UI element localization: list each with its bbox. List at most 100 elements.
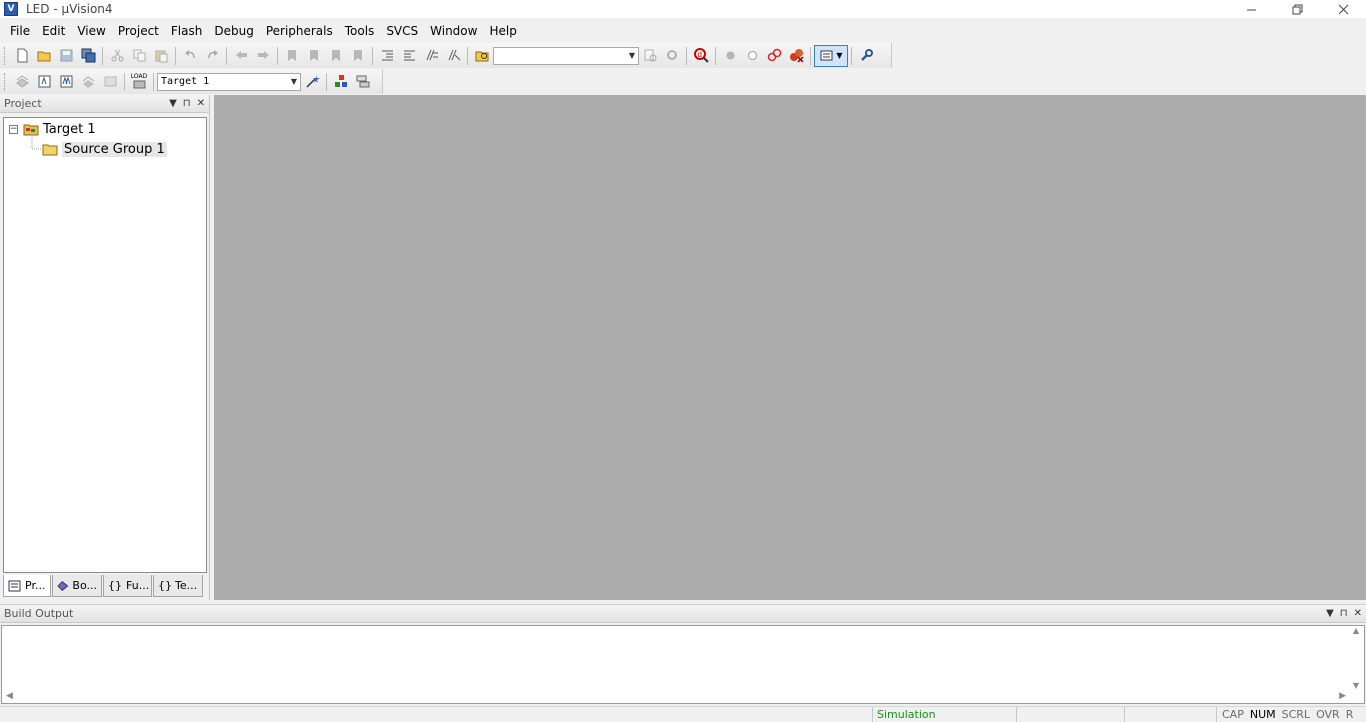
menu-debug[interactable]: Debug [208,20,259,42]
navigate-forward-button[interactable] [252,45,274,67]
close-icon[interactable]: ✕ [197,98,205,109]
pin-icon[interactable]: ⊓ [183,98,191,109]
comment-selection-button[interactable] [420,45,442,67]
batch-build-icon [82,76,94,88]
insert-breakpoint-button[interactable] [719,45,741,67]
menu-flash[interactable]: Flash [165,20,208,42]
incremental-find-button[interactable] [639,45,661,67]
next-bookmark-button[interactable] [325,45,347,67]
editor-area[interactable] [214,95,1366,600]
configuration-button[interactable] [855,45,877,67]
start-debug-button[interactable]: d [690,45,712,67]
chevron-down-icon[interactable]: ▼ [626,48,638,64]
scroll-left-icon[interactable]: ◀ [6,691,13,701]
paste-icon [155,50,167,63]
download-button[interactable]: LOAD [128,71,150,93]
find-in-files-button[interactable] [471,45,493,67]
tab-functions[interactable]: {} Fu... [103,575,152,597]
enable-breakpoint-button[interactable] [741,45,763,67]
toolbar-separator [226,46,227,65]
save-button[interactable] [55,45,77,67]
insert-bookmark-button[interactable] [281,45,303,67]
menu-edit[interactable]: Edit [36,20,71,42]
target-options-button[interactable] [301,71,323,93]
toolbar-separator [153,72,154,91]
toolbar-separator [715,46,716,65]
pin-icon[interactable]: ⊓ [1340,608,1348,619]
cut-button[interactable] [106,45,128,67]
manage-components-button[interactable] [330,71,352,93]
menu-help[interactable]: Help [483,20,522,42]
uncomment-selection-button[interactable] [442,45,464,67]
paste-button[interactable] [150,45,172,67]
scroll-up-icon[interactable]: ▲ [1353,626,1359,635]
save-icon [60,49,72,62]
toolbar-area [384,69,894,94]
menu-file[interactable]: File [4,20,36,42]
menu-window[interactable]: Window [424,20,483,42]
vertical-scrollbar[interactable]: ▲ ▼ [1348,626,1364,690]
chevron-down-icon[interactable]: ▼ [288,74,300,90]
toolbar-separator [326,72,327,91]
window-layout-button[interactable]: ▼ [814,44,848,67]
configure-button[interactable] [661,45,683,67]
close-icon[interactable]: ✕ [1354,608,1362,619]
status-flag-rw: R /W [1345,708,1354,721]
dropdown-icon[interactable]: ▼ [169,98,177,109]
build-button[interactable] [33,71,55,93]
target-select[interactable]: Target 1 ▼ [157,72,301,91]
multi-project-button[interactable] [352,71,374,93]
bookmark-clear-icon [353,50,362,61]
translate-button[interactable] [11,71,33,93]
tree-item-target[interactable]: − Target 1 [9,119,96,139]
minimize-icon [1246,9,1256,10]
scroll-down-icon[interactable]: ▼ [1353,681,1359,690]
unindent-button[interactable] [398,45,420,67]
build-output-text[interactable]: ▲ ▼ ◀ ▶ [1,625,1365,704]
clear-bookmarks-button[interactable] [347,45,369,67]
menu-project[interactable]: Project [112,20,165,42]
toolbar-area [893,43,1366,94]
indent-button[interactable] [376,45,398,67]
target-folder-icon [23,124,39,135]
toolbar-grip[interactable] [4,72,7,91]
undo-button[interactable] [179,45,201,67]
menu-view[interactable]: View [71,20,111,42]
tab-books[interactable]: Bo... [52,575,102,597]
dropdown-icon[interactable]: ▼ [1326,608,1334,619]
build-toolbar: LOAD Target 1 ▼ [0,69,383,94]
new-file-button[interactable] [11,45,33,67]
minimize-button[interactable] [1228,0,1274,18]
stop-build-button[interactable] [99,71,121,93]
collapse-icon[interactable]: − [9,124,18,134]
project-panel-header: Project ▼ ⊓ ✕ [0,95,209,113]
previous-bookmark-button[interactable] [303,45,325,67]
menu-peripherals[interactable]: Peripherals [260,20,339,42]
close-button[interactable] [1320,0,1366,18]
save-all-button[interactable] [77,45,99,67]
batch-build-button[interactable] [77,71,99,93]
copy-button[interactable] [128,45,150,67]
navigate-back-button[interactable] [230,45,252,67]
horizontal-scrollbar[interactable]: ◀ ▶ [2,689,1350,703]
restore-button[interactable] [1274,0,1320,18]
tab-templates[interactable]: {} Te... [153,575,203,597]
find-combo[interactable]: ▼ [493,46,639,65]
rebuild-icon [60,75,72,88]
file-toolbar: ▼ d ▼ [0,43,892,68]
unindent-icon [403,50,415,61]
kill-all-breakpoints-button[interactable] [785,45,807,67]
bookmark-icon [287,50,296,61]
redo-button[interactable] [201,45,223,67]
tab-project[interactable]: Pr... [3,575,51,597]
menu-svcs[interactable]: SVCS [380,20,424,42]
scroll-right-icon[interactable]: ▶ [1339,691,1346,701]
rebuild-button[interactable] [55,71,77,93]
build-output-title: Build Output [4,607,74,620]
open-file-button[interactable] [33,45,55,67]
toolbar-grip[interactable] [4,46,7,65]
menu-tools[interactable]: Tools [339,20,381,42]
tab-books-label: Bo... [72,579,97,592]
disable-all-breakpoints-button[interactable] [763,45,785,67]
tree-item-source-group[interactable]: Source Group 1 [38,139,167,159]
